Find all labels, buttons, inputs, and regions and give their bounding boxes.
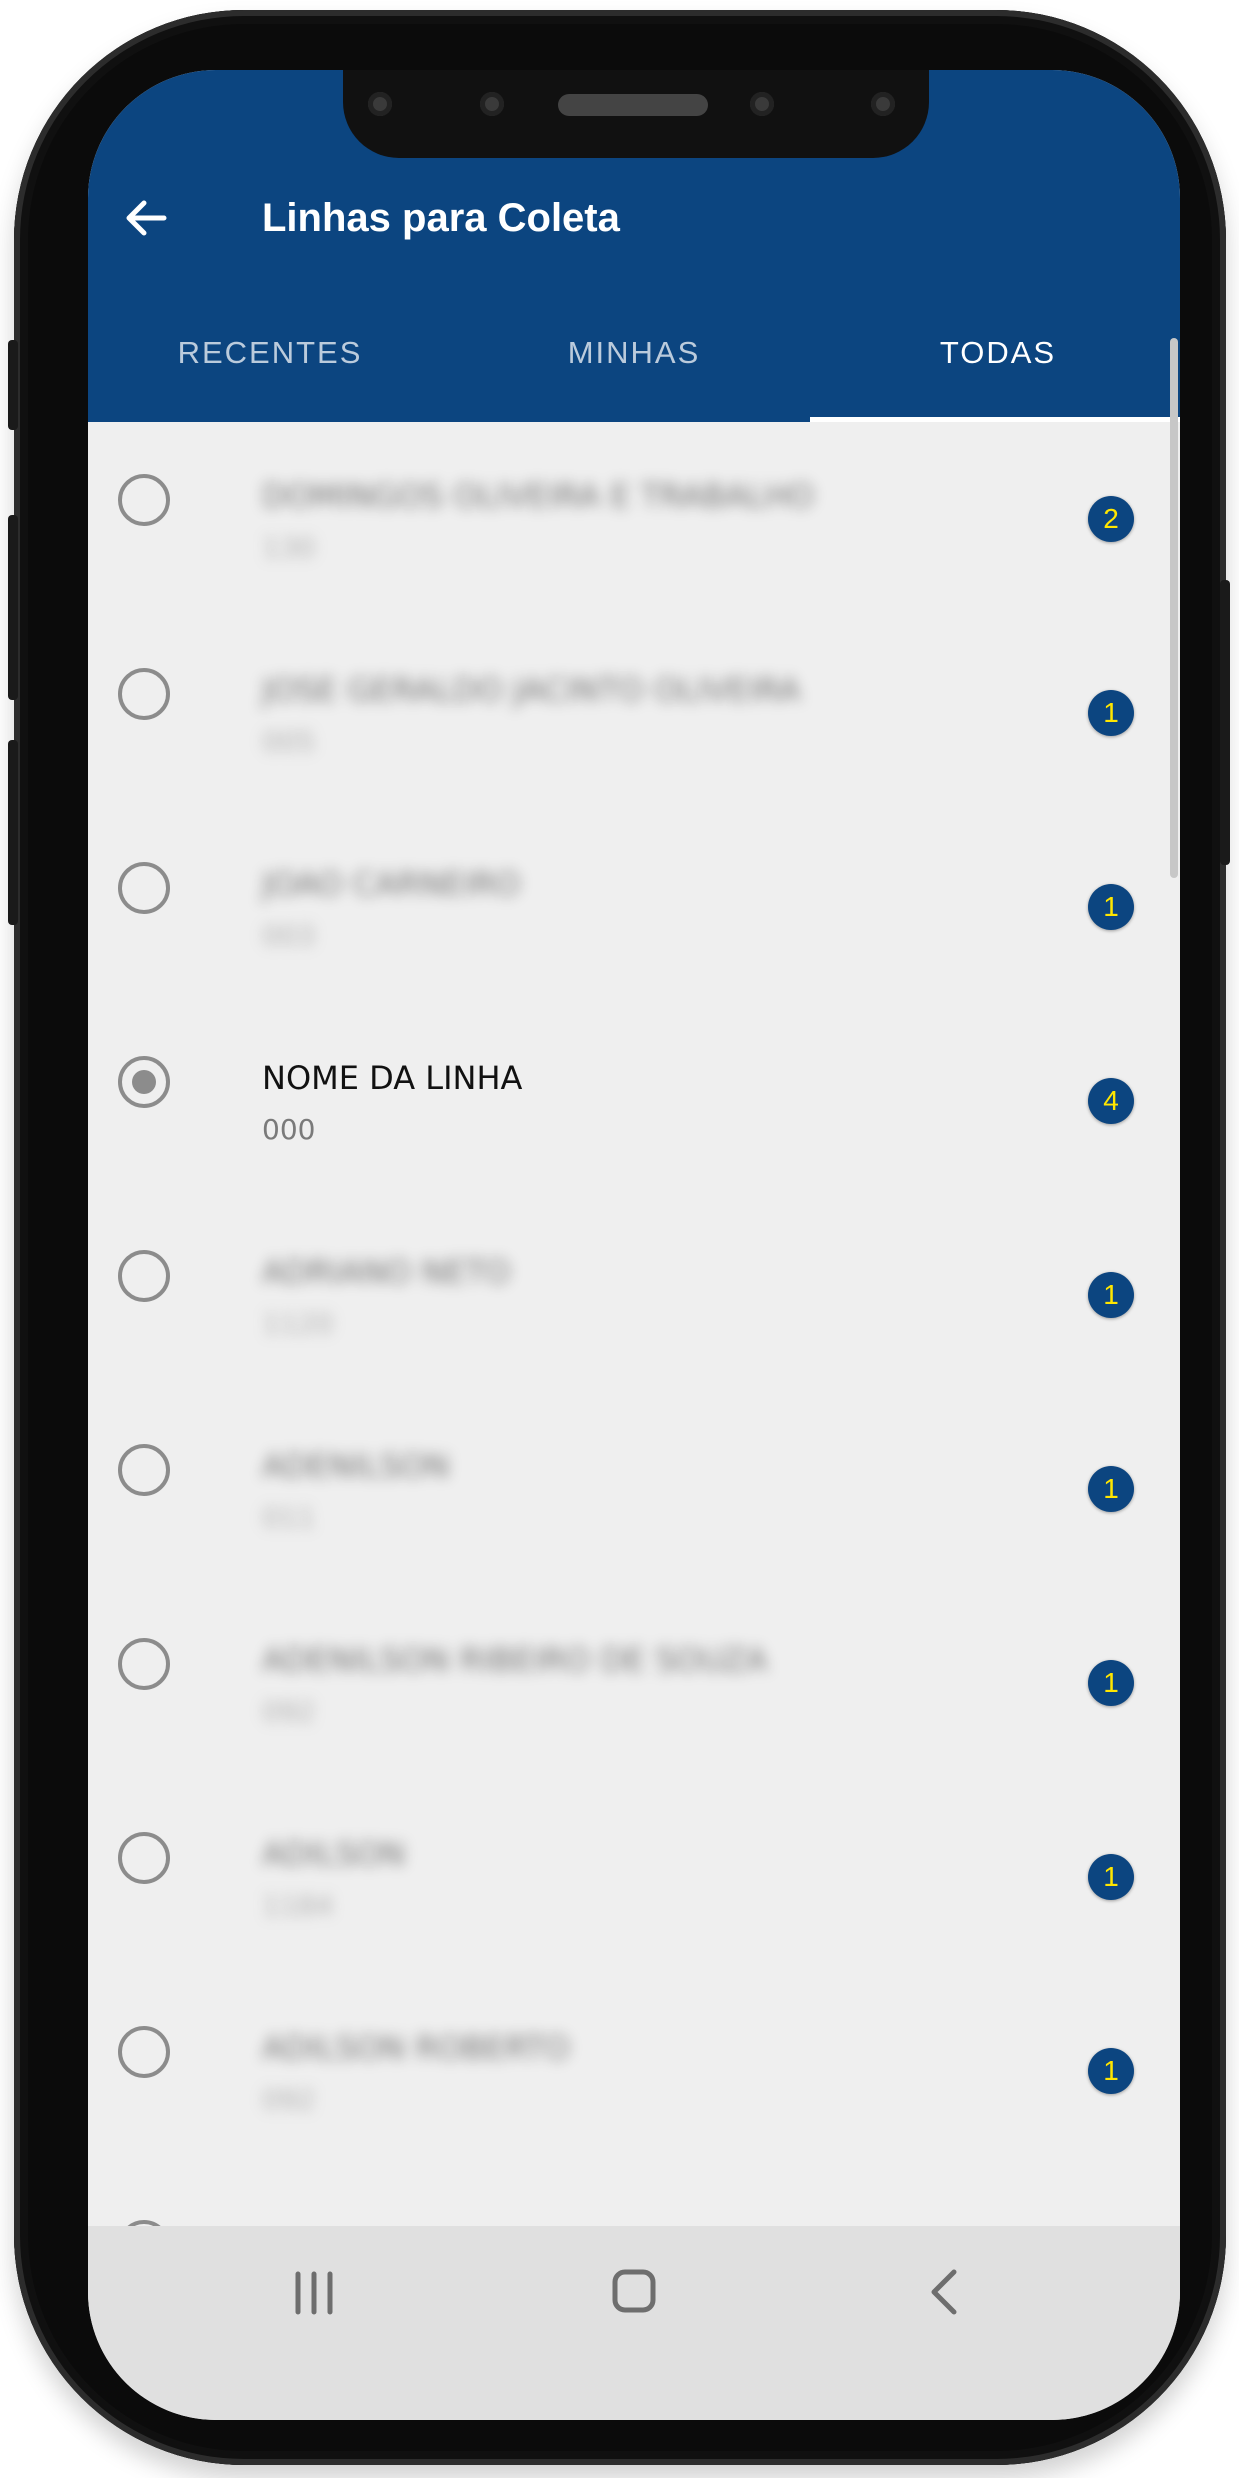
phone-volume-down-button <box>8 740 18 925</box>
count-badge: 1 <box>1088 1660 1134 1706</box>
list-item[interactable]: ADILSON ROBERTO 092 1 <box>88 2026 1180 2220</box>
line-code: 011 <box>262 1501 316 1534</box>
count-badge: 4 <box>1088 1078 1134 1124</box>
line-name: ADENILSON RIBEIRO DE SOUZA <box>262 1641 768 1679</box>
line-name: ADENILSON <box>262 1447 450 1485</box>
line-code: 1184 <box>262 1889 334 1922</box>
sensor-icon <box>871 92 895 116</box>
chevron-left-icon <box>931 2269 957 2315</box>
line-name: DOMINGOS OLIVEIRA E TRABALHO <box>262 477 814 515</box>
front-camera-icon <box>368 92 392 116</box>
count-badge: 1 <box>1088 1854 1134 1900</box>
front-camera-icon <box>750 92 774 116</box>
radio-button[interactable] <box>118 2026 170 2078</box>
arrow-left-icon <box>126 200 167 236</box>
count-badge: 1 <box>1088 884 1134 930</box>
phone-frame: Linhas para Coleta RECENTES MINHAS TODAS… <box>8 10 1230 2465</box>
list-item[interactable]: ADENILSON 011 1 <box>88 1444 1180 1638</box>
radio-button[interactable] <box>118 1832 170 1884</box>
home-icon <box>612 2269 656 2313</box>
list-item[interactable]: ADILSON 1184 1 <box>88 1832 1180 2026</box>
radio-button[interactable] <box>118 1638 170 1690</box>
count-badge: 1 <box>1088 1272 1134 1318</box>
line-name: JOSE GERALDO JACINTO OLIVEIRA <box>262 671 801 709</box>
list-item-selected[interactable]: NOME DA LINHA 000 4 <box>88 1056 1180 1250</box>
phone-side-button <box>8 340 18 430</box>
phone-volume-up-button <box>8 515 18 700</box>
phone-power-button <box>1220 580 1230 865</box>
line-code: 092 <box>262 2083 316 2116</box>
list-item[interactable]: ADRIANO NETO 1120 1 <box>88 1250 1180 1444</box>
radio-button[interactable] <box>118 668 170 720</box>
sensor-icon <box>480 92 504 116</box>
line-name: JOAO CARNEIRO <box>262 865 521 903</box>
system-navigation-bar <box>88 2226 1180 2420</box>
page-title: Linhas para Coleta <box>262 196 620 240</box>
line-code: 000 <box>262 1113 316 1146</box>
system-back-button[interactable] <box>864 2226 1024 2356</box>
active-tab-indicator <box>810 417 1180 422</box>
radio-button-checked[interactable] <box>118 1056 170 1108</box>
line-code: 003 <box>262 919 316 952</box>
scrollbar[interactable] <box>1170 338 1178 878</box>
line-code: 1120 <box>262 1307 334 1340</box>
app-screen: Linhas para Coleta RECENTES MINHAS TODAS… <box>88 70 1180 2420</box>
home-button[interactable] <box>554 2226 714 2356</box>
count-badge: 1 <box>1088 690 1134 736</box>
line-name: ADILSON <box>262 1835 406 1873</box>
tab-recentes[interactable]: RECENTES <box>88 328 452 378</box>
radio-button[interactable] <box>118 1444 170 1496</box>
list-item[interactable]: JOSE GERALDO JACINTO OLIVEIRA 005 1 <box>88 668 1180 862</box>
recent-apps-icon <box>295 2271 333 2315</box>
back-button[interactable] <box>118 190 174 246</box>
recent-apps-button[interactable] <box>234 2226 394 2356</box>
list-item[interactable]: JOAO CARNEIRO 003 1 <box>88 862 1180 1056</box>
count-badge: 2 <box>1088 496 1134 542</box>
line-code: 005 <box>262 725 316 758</box>
tab-todas[interactable]: TODAS <box>816 328 1180 378</box>
phone-notch <box>343 70 929 158</box>
list-item[interactable]: ADENILSON RIBEIRO DE SOUZA 092 1 <box>88 1638 1180 1832</box>
count-badge: 1 <box>1088 2048 1134 2094</box>
list-item[interactable]: DOMINGOS OLIVEIRA E TRABALHO 130 2 <box>88 474 1180 668</box>
count-badge: 1 <box>1088 1466 1134 1512</box>
line-name: ADILSON ROBERTO <box>262 2029 570 2067</box>
radio-button[interactable] <box>118 1250 170 1302</box>
line-code: 130 <box>262 531 316 564</box>
radio-button[interactable] <box>118 474 170 526</box>
line-code: 092 <box>262 1695 316 1728</box>
line-name: ADRIANO NETO <box>262 1253 511 1291</box>
line-name: NOME DA LINHA <box>262 1059 523 1097</box>
earpiece-speaker <box>558 94 708 116</box>
tab-minhas[interactable]: MINHAS <box>452 328 816 378</box>
radio-button[interactable] <box>118 862 170 914</box>
